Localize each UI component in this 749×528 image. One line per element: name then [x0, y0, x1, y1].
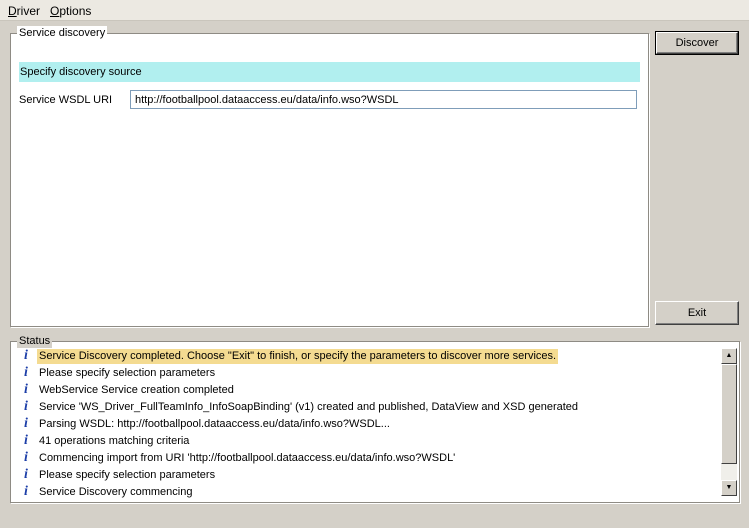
status-text: Please specify selection parameters: [39, 469, 216, 481]
service-discovery-group: Service discovery Specify discovery sour…: [10, 26, 649, 327]
status-row[interactable]: i WebService Service creation completed: [21, 382, 721, 399]
wsdl-uri-label: Service WSDL URI: [19, 94, 113, 106]
exit-button[interactable]: Exit: [655, 301, 739, 325]
wsdl-uri-input[interactable]: [130, 90, 637, 109]
status-text: Service 'WS_Driver_FullTeamInfo_InfoSoap…: [39, 401, 579, 413]
status-text: Parsing WSDL: http://footballpool.dataac…: [39, 418, 390, 430]
status-row[interactable]: i Please specify selection parameters: [21, 365, 721, 382]
info-icon: i: [24, 433, 28, 448]
scroll-down-icon[interactable]: ▼: [721, 480, 737, 496]
status-text: WebService Service creation completed: [39, 384, 234, 396]
status-row[interactable]: i Please specify selection parameters: [21, 467, 721, 484]
info-icon: i: [24, 382, 28, 397]
status-row[interactable]: i Commencing import from URI 'http://foot…: [21, 450, 721, 467]
status-text: Commencing import from URI 'http://footb…: [39, 452, 456, 464]
status-list: i Service Discovery completed. Choose "Ex…: [21, 348, 721, 501]
info-icon: i: [24, 450, 28, 465]
info-icon: i: [24, 399, 28, 414]
status-row[interactable]: i 41 operations matching criteria: [21, 433, 721, 450]
status-scrollbar[interactable]: ▲ ▼: [721, 348, 737, 496]
info-icon: i: [24, 484, 28, 499]
info-icon: i: [24, 348, 28, 363]
info-icon: i: [24, 467, 28, 482]
discovery-source-banner: Specify discovery source: [19, 62, 640, 82]
status-text: Service Discovery commencing: [39, 486, 193, 498]
status-text: Please specify selection parameters: [39, 367, 216, 379]
info-icon: i: [24, 365, 28, 380]
status-row[interactable]: i Service 'WS_Driver_FullTeamInfo_InfoSoa…: [21, 399, 721, 416]
status-row[interactable]: i Parsing WSDL: http://footballpool.dataa…: [21, 416, 721, 433]
info-icon: i: [24, 416, 28, 431]
menu-options[interactable]: Options: [50, 4, 91, 18]
discover-button[interactable]: Discover: [655, 31, 739, 55]
status-row[interactable]: i Service Discovery completed. Choose "Ex…: [21, 348, 721, 365]
status-text: Service Discovery completed. Choose "Exi…: [37, 349, 559, 364]
status-text: 41 operations matching criteria: [39, 435, 190, 447]
status-title: Status: [17, 334, 53, 348]
scroll-up-icon[interactable]: ▲: [721, 348, 737, 364]
status-row[interactable]: i Service Discovery commencing: [21, 484, 721, 501]
scroll-thumb[interactable]: [721, 364, 737, 464]
menu-bar: Driver Options: [0, 0, 749, 21]
menu-driver[interactable]: Driver: [8, 4, 40, 18]
service-discovery-title: Service discovery: [17, 26, 108, 40]
status-group: Status i Service Discovery completed. Cho…: [10, 334, 740, 503]
